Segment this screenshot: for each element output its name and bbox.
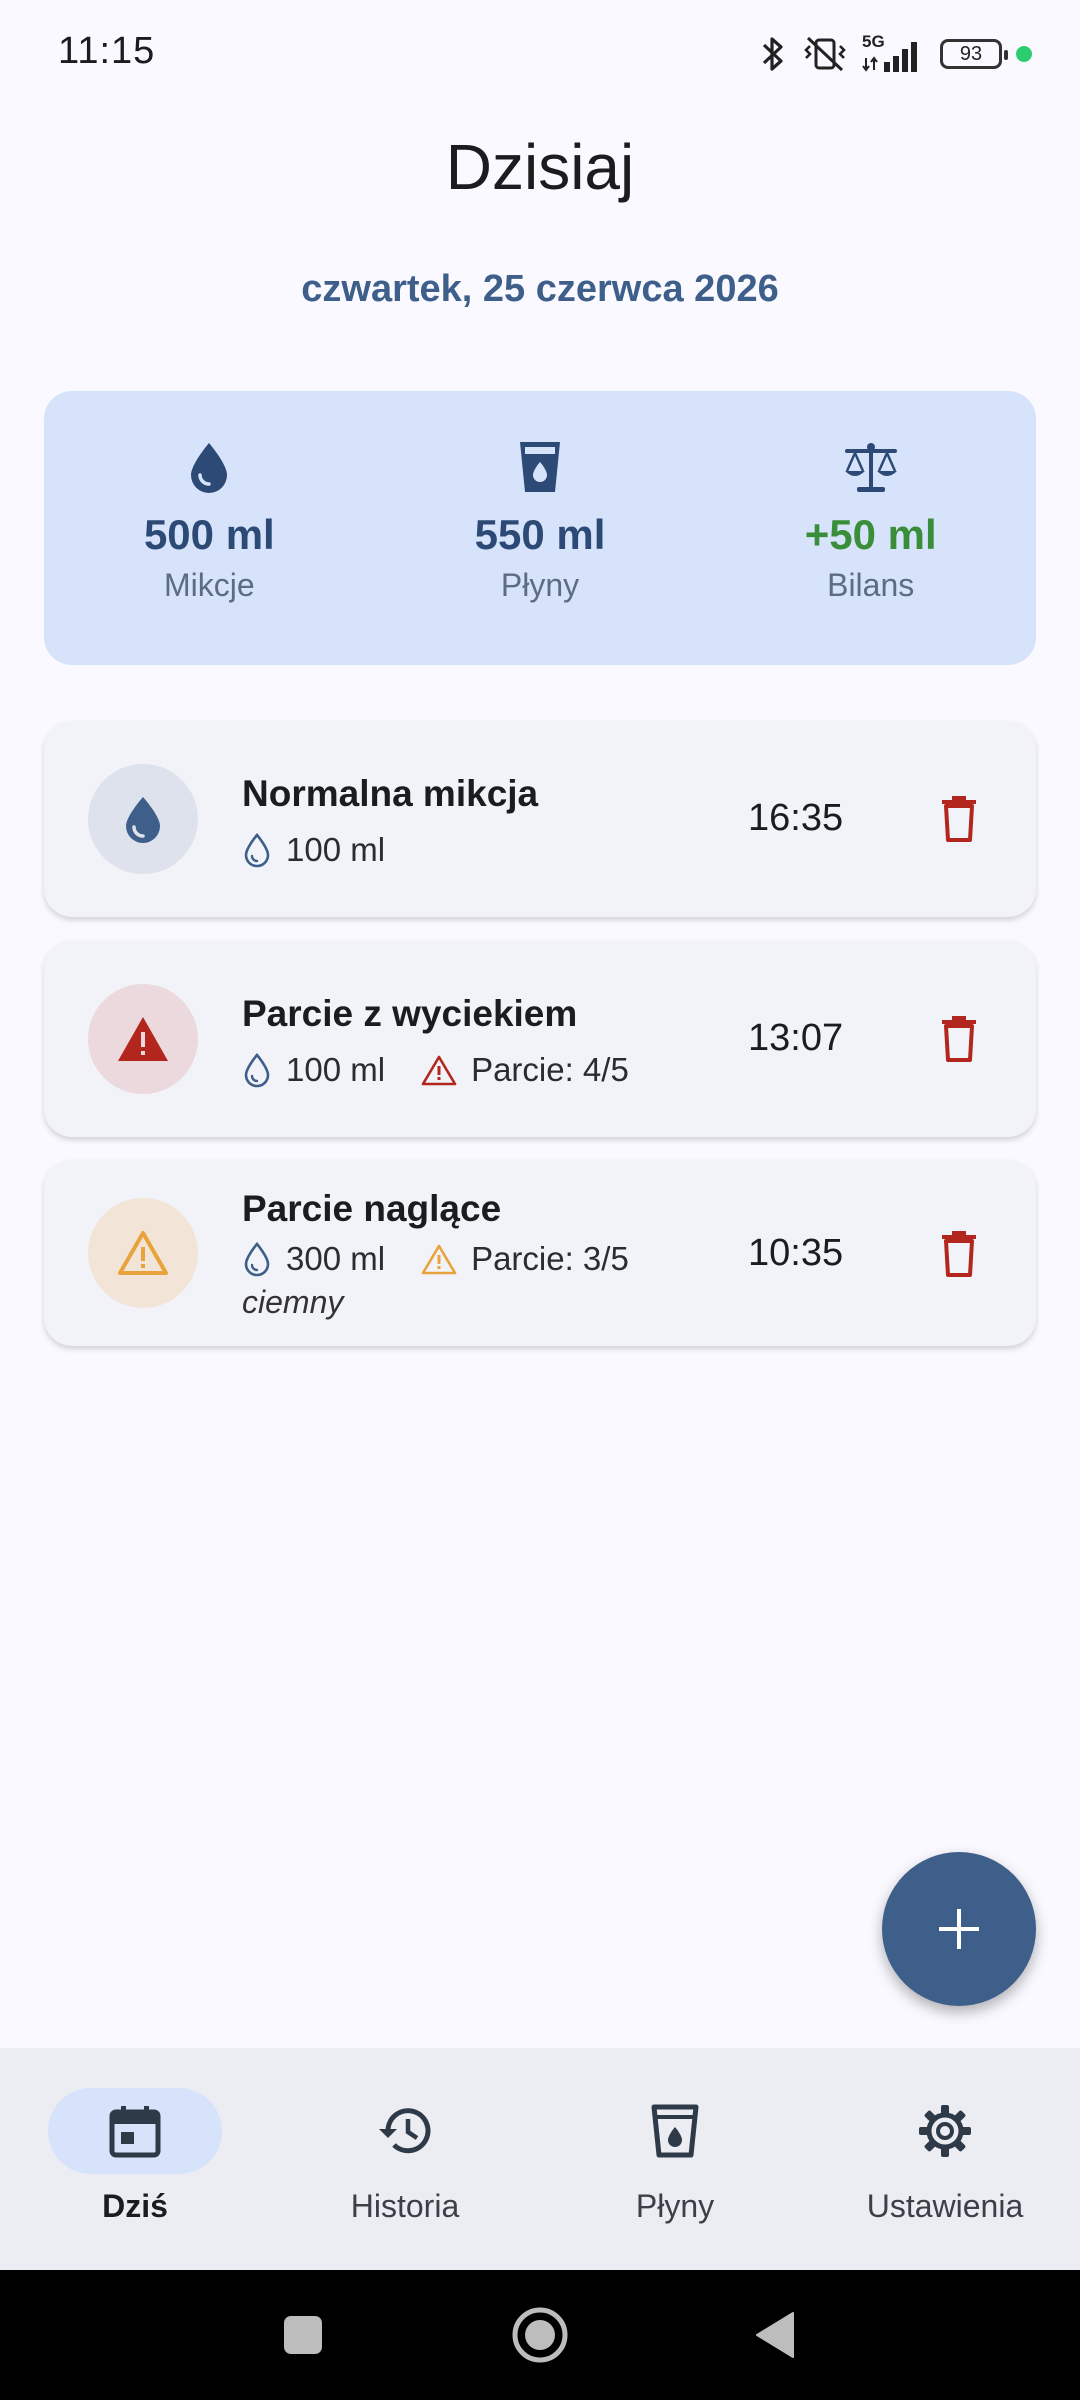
- entry-title: Normalna mikcja: [242, 773, 539, 814]
- status-bar: 11:15 5G 93: [0, 0, 1080, 110]
- urge-info: Parcie: 3/5: [421, 1240, 629, 1278]
- trash-icon: [942, 1016, 976, 1062]
- bottom-nav: Dziś Historia Płyny Ustawienia: [0, 2048, 1080, 2270]
- add-entry-button[interactable]: [882, 1852, 1036, 2006]
- summary-plyny: 550 ml Płyny: [375, 391, 706, 665]
- drop-icon: [191, 443, 228, 493]
- page-date: czwartek, 25 czerwca 2026: [301, 268, 779, 310]
- warning-filled-icon: [118, 1017, 168, 1061]
- entry-meta: 100 ml: [242, 831, 385, 869]
- back-button[interactable]: [740, 2300, 810, 2370]
- gear-icon: [919, 2105, 971, 2157]
- entry-time: 13:07: [748, 1017, 844, 1059]
- drop-icon: [126, 797, 160, 843]
- nav-pill: [858, 2088, 1032, 2174]
- status-icons: 5G 93: [758, 30, 1032, 78]
- entry-time: 16:35: [748, 797, 844, 839]
- nav-item-ustawienia[interactable]: Ustawienia: [810, 2048, 1080, 2270]
- urge-text: Parcie: 4/5: [471, 1051, 629, 1088]
- cup-icon: [651, 2104, 699, 2158]
- bluetooth-icon: [762, 37, 783, 71]
- home-button[interactable]: [505, 2300, 575, 2370]
- calendar-icon: [109, 2106, 161, 2158]
- nav-pill: [588, 2088, 762, 2174]
- urge-text: Parcie: 3/5: [471, 1240, 629, 1277]
- nav-item-historia[interactable]: Historia: [270, 2048, 540, 2270]
- recents-icon: [284, 2316, 322, 2354]
- warning-outline-icon: [421, 1055, 457, 1086]
- summary-value: 500 ml: [143, 511, 275, 558]
- summary-bilans: +50 ml Bilans: [705, 391, 1036, 665]
- signal-indicator: 5G: [862, 32, 926, 76]
- summary-label: Mikcje: [164, 567, 255, 603]
- plus-icon: [939, 1909, 979, 1949]
- entry-card[interactable]: Normalna mikcja 100 ml 16:35: [44, 721, 1036, 917]
- entry-note: ciemny: [242, 1284, 344, 1320]
- volume-info: 100 ml: [242, 831, 385, 869]
- page-title: Dzisiaj: [445, 131, 635, 203]
- drop-outline-icon: [244, 1241, 270, 1277]
- entry-meta: 100 ml Parcie: 4/5: [242, 1051, 629, 1089]
- summary-label: Płyny: [500, 567, 580, 603]
- entry-avatar: [88, 1198, 198, 1308]
- delete-button[interactable]: [934, 1229, 984, 1279]
- summary-value: +50 ml: [804, 511, 937, 558]
- nav-pill: [48, 2088, 222, 2174]
- history-icon: [379, 2108, 431, 2154]
- urge-info: Parcie: 4/5: [421, 1051, 629, 1089]
- status-time: 11:15: [58, 30, 156, 72]
- entry-card[interactable]: Parcie z wyciekiem 100 ml Parcie: 4/5 13…: [44, 941, 1036, 1137]
- summary-card: 500 ml Mikcje 550 ml Płyny +50 ml Bilans: [44, 391, 1036, 665]
- summary-mikcje: 500 ml Mikcje: [44, 391, 375, 665]
- entry-card[interactable]: Parcie naglące 300 ml Parcie: 3/5 ciemny…: [44, 1160, 1036, 1346]
- trash-icon: [942, 1231, 976, 1277]
- volume-info: 300 ml: [242, 1240, 385, 1278]
- volume-text: 100 ml: [286, 1051, 386, 1088]
- nav-label: Ustawienia: [866, 2188, 1024, 2224]
- recents-button[interactable]: [268, 2300, 338, 2370]
- camera-active-dot: [1016, 46, 1032, 62]
- delete-button[interactable]: [934, 794, 984, 844]
- cup-icon: [520, 442, 560, 492]
- vibrate-off-icon: [804, 36, 846, 72]
- entry-time: 10:35: [748, 1232, 844, 1274]
- warning-outline-icon: [421, 1244, 457, 1275]
- entry-avatar: [88, 984, 198, 1094]
- drop-outline-icon: [244, 832, 270, 868]
- system-nav-bar: [0, 2270, 1080, 2400]
- nav-pill: [318, 2088, 492, 2174]
- trash-icon: [942, 796, 976, 842]
- nav-item-dzis[interactable]: Dziś: [0, 2048, 270, 2270]
- delete-button[interactable]: [934, 1014, 984, 1064]
- nav-label: Płyny: [635, 2188, 715, 2224]
- battery-icon: 93: [940, 39, 1008, 69]
- entry-title: Parcie z wyciekiem: [242, 993, 578, 1034]
- entry-meta: 300 ml Parcie: 3/5: [242, 1240, 629, 1278]
- warning-outline-icon: [118, 1231, 168, 1275]
- summary-value: 550 ml: [474, 511, 606, 558]
- nav-item-plyny[interactable]: Płyny: [540, 2048, 810, 2270]
- volume-text: 100 ml: [286, 831, 386, 868]
- nav-label: Dziś: [102, 2188, 168, 2224]
- home-icon: [512, 2307, 568, 2363]
- signal-icon: [862, 42, 917, 72]
- nav-label: Historia: [350, 2188, 460, 2224]
- entry-title: Parcie naglące: [242, 1188, 502, 1229]
- summary-label: Bilans: [827, 567, 915, 603]
- volume-info: 100 ml: [242, 1051, 385, 1089]
- drop-outline-icon: [244, 1052, 270, 1088]
- back-icon: [756, 2312, 794, 2358]
- entry-avatar: [88, 764, 198, 874]
- scale-icon: [844, 443, 897, 492]
- volume-text: 300 ml: [286, 1240, 386, 1277]
